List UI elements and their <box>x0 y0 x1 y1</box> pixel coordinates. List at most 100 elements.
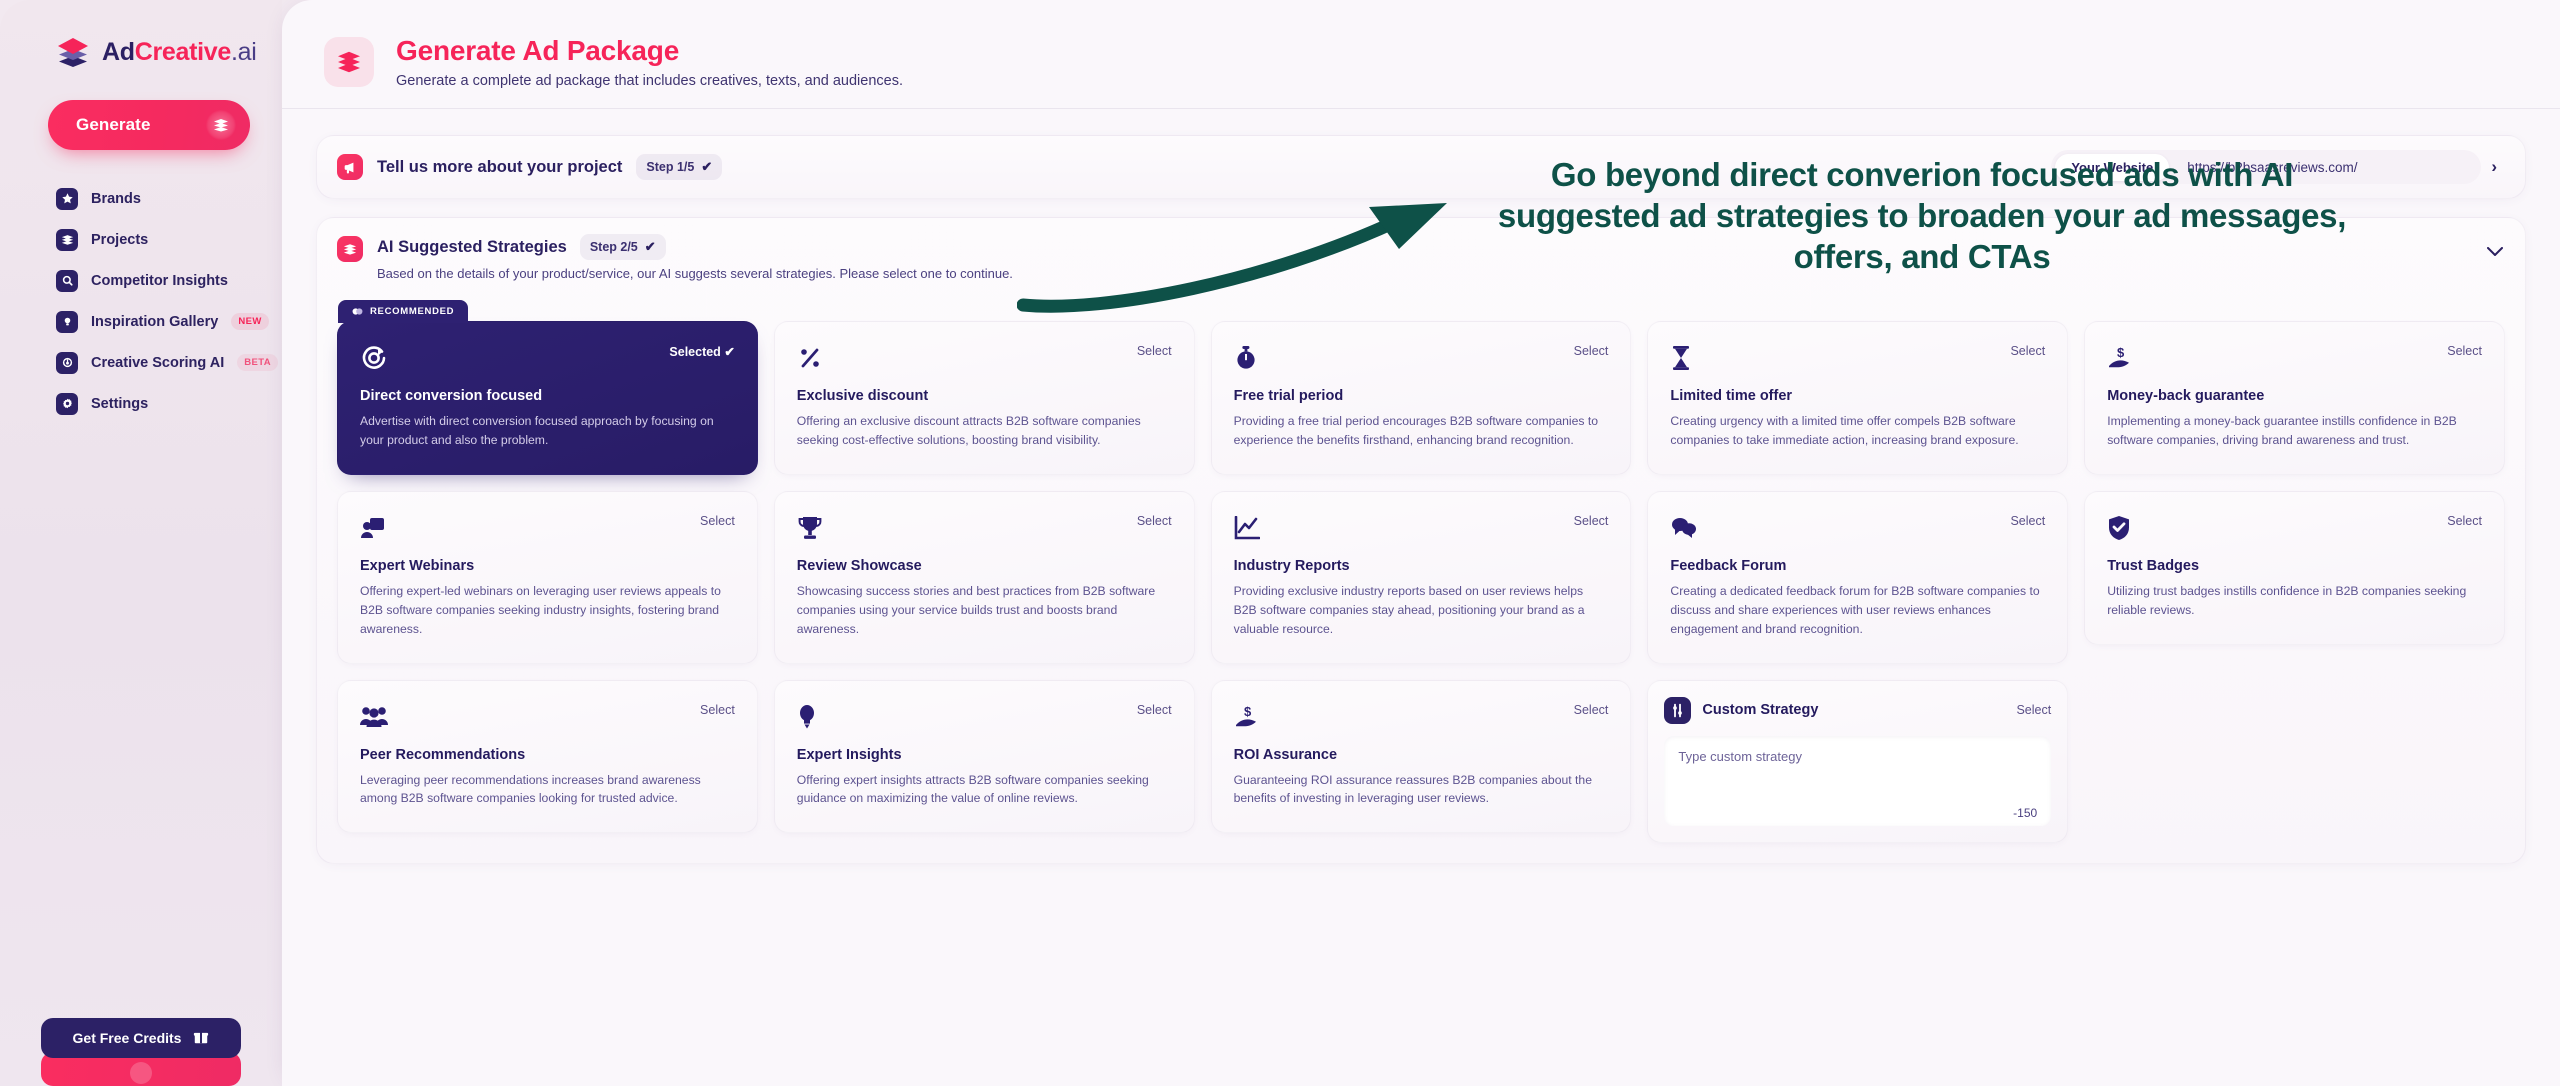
logo-text-ad: Ad <box>102 37 135 66</box>
strategy-cell: Select Feedback Forum Creating a dedicat… <box>1647 490 2069 664</box>
strategy-card-direct-conversion-focused[interactable]: RECOMMENDED Selected ✔ Direct conversion… <box>337 300 758 475</box>
card-title: Free trial period <box>1233 388 1344 404</box>
step-2-description: Based on the details of your product/ser… <box>377 266 1013 281</box>
strategy-card-peer-recommendations[interactable]: Select Peer Recommendations Leveraging p… <box>337 679 758 834</box>
card-select-label[interactable]: Select <box>1137 514 1172 528</box>
step-2-layers-icon <box>337 236 363 262</box>
sidebar-item-settings[interactable]: Settings <box>0 383 282 424</box>
sidebar-item-inspiration-gallery[interactable]: Inspiration Gallery NEW <box>0 301 282 342</box>
hand-money-icon: $ <box>2107 344 2135 372</box>
trophy-icon <box>797 514 825 542</box>
logo-text-creative: Creative <box>134 37 232 66</box>
card-select-label[interactable]: Select <box>2010 514 2045 528</box>
shield-check-icon <box>2107 514 2135 542</box>
sidebar-item-label: Settings <box>91 395 149 412</box>
website-value: https://b2bsaasreviews.com/ <box>2187 159 2358 175</box>
strategy-cell: Select Expert Webinars Offering expert-l… <box>337 490 758 664</box>
card-description: Implementing a money-back guarantee inst… <box>2107 414 2457 447</box>
card-description: Providing a free trial period encourages… <box>1233 414 1599 447</box>
lightbulb-icon <box>56 310 78 333</box>
card-top: Select <box>797 514 1172 542</box>
card-select-label[interactable]: Select <box>1137 344 1172 358</box>
card-select-label[interactable]: Select <box>1574 344 1609 358</box>
card-select-label[interactable]: Select <box>2447 344 2482 358</box>
strategy-card-exclusive-discount[interactable]: Select Exclusive discount Offering an ex… <box>773 321 1195 475</box>
card-state-label[interactable]: Selected ✔ <box>669 344 734 359</box>
step-1-panel[interactable]: Tell us more about your project Step 1/5… <box>316 135 2526 199</box>
strategy-card-industry-reports[interactable]: Select Industry Reports Providing exclus… <box>1210 490 1632 664</box>
sidebar-item-projects[interactable]: Projects <box>0 219 282 260</box>
strategy-card-expert-webinars[interactable]: Select Expert Webinars Offering expert-l… <box>337 490 758 664</box>
card-top: Select <box>360 514 735 542</box>
card-top: Select <box>2107 514 2482 542</box>
card-select-label[interactable]: Select <box>1574 703 1609 717</box>
strategy-card-roi-assurance[interactable]: $ Select ROI Assurance Guaranteeing ROI … <box>1210 679 1632 834</box>
app-logo[interactable]: AdCreative.ai <box>0 22 282 82</box>
strategy-card-money-back-guarantee[interactable]: $ Select Money-back guarantee Implementi… <box>2084 321 2505 475</box>
step-2-badge-label: Step 2/5 <box>589 240 638 254</box>
page-title: Generate Ad Package <box>396 35 680 67</box>
custom-strategy-textarea[interactable]: Type custom strategy -150 <box>1664 735 2052 826</box>
sidebar-item-brands[interactable]: Brands <box>0 178 282 219</box>
generate-button-label: Generate <box>76 115 151 134</box>
website-input[interactable]: Your Website https://b2bsaasreviews.com/ <box>2051 150 2482 184</box>
card-top: Select <box>797 344 1172 372</box>
step-1-row[interactable]: Tell us more about your project Step 1/5… <box>317 136 2525 198</box>
card-top: Selected ✔ <box>360 344 735 372</box>
logo-wordmark: AdCreative.ai <box>102 38 257 67</box>
step-2-badge: Step 2/5 ✔ <box>579 234 666 260</box>
sidebar-badge-beta: BETA <box>237 354 278 371</box>
strategy-cell: Custom Strategy Select Type custom strat… <box>1647 679 2069 843</box>
strategy-card-free-trial-period[interactable]: Select Free trial period Providing a fre… <box>1210 321 1632 475</box>
layers-icon <box>56 228 78 251</box>
strategy-card-feedback-forum[interactable]: Select Feedback Forum Creating a dedicat… <box>1647 490 2069 664</box>
get-free-credits-button[interactable]: Get Free Credits <box>41 1018 241 1058</box>
card-top: Select <box>1234 514 1609 542</box>
strategy-card-review-showcase[interactable]: Select Review Showcase Showcasing succes… <box>773 490 1195 664</box>
card-top: Select <box>360 703 735 731</box>
sidebar-item-creative-scoring-ai[interactable]: Creative Scoring AI BETA <box>0 342 282 383</box>
chevron-right-icon[interactable]: › <box>2491 157 2505 177</box>
search-icon <box>56 269 78 292</box>
card-title: Peer Recommendations <box>360 746 526 763</box>
card-title: Review Showcase <box>796 557 922 574</box>
custom-strategy-card[interactable]: Custom Strategy Select Type custom strat… <box>1647 679 2069 843</box>
strategy-cell: Select Review Showcase Showcasing succes… <box>773 490 1195 664</box>
card-select-label[interactable]: Select <box>2447 514 2482 528</box>
logo-text-ai: .ai <box>231 37 257 66</box>
generate-button[interactable]: Generate <box>48 100 250 150</box>
card-select-label[interactable]: Select <box>700 703 735 717</box>
sidebar-item-label: Competitor Insights <box>91 272 228 289</box>
chevron-down-icon[interactable] <box>2487 244 2503 262</box>
strategy-cell: Select Free trial period Providing a fre… <box>1210 299 1632 475</box>
strategy-cell: $ Select ROI Assurance Guaranteeing ROI … <box>1210 679 1632 843</box>
sliders-icon <box>1664 696 1692 724</box>
card-description: Utilizing trust badges instills confiden… <box>2107 583 2467 617</box>
megaphone-icon <box>337 154 363 180</box>
strategy-cell: Select Peer Recommendations Leveraging p… <box>337 679 758 843</box>
card-title: Money-back guarantee <box>2107 388 2265 404</box>
strategy-cell: Select Industry Reports Providing exclus… <box>1210 490 1632 664</box>
card-select-label[interactable]: Select <box>700 514 735 528</box>
card-description: Leveraging peer recommendations increase… <box>360 772 701 806</box>
strategy-card-limited-time-offer[interactable]: Select Limited time offer Creating urgen… <box>1647 321 2069 475</box>
check-icon: ✔ <box>644 239 656 254</box>
step-2-header[interactable]: AI Suggested Strategies Step 2/5 ✔ Based… <box>317 218 2525 295</box>
custom-strategy-title: Custom Strategy <box>1702 702 1819 719</box>
strategy-card-expert-insights[interactable]: Select Expert Insights Offering expert i… <box>773 679 1195 834</box>
sidebar-item-competitor-insights[interactable]: Competitor Insights <box>0 260 282 301</box>
card-select-label[interactable]: Select <box>2010 344 2045 358</box>
custom-strategy-placeholder: Type custom strategy <box>1678 748 1802 764</box>
card-title: Feedback Forum <box>1670 557 1787 574</box>
custom-strategy-char-count: -150 <box>2013 805 2038 820</box>
card-select-label[interactable]: Select <box>1574 514 1609 528</box>
strategy-card-trust-badges[interactable]: Select Trust Badges Utilizing trust badg… <box>2084 490 2505 645</box>
website-label: Your Website <box>2055 153 2170 181</box>
custom-strategy-select-label[interactable]: Select <box>2016 703 2051 717</box>
card-select-label[interactable]: Select <box>1137 703 1172 717</box>
credits-area: Get Free Credits <box>0 1018 282 1086</box>
avatar <box>130 1062 152 1084</box>
content-area: Tell us more about your project Step 1/5… <box>282 109 2560 864</box>
strategy-cell: Select Expert Insights Offering expert i… <box>773 679 1195 843</box>
hand-money-icon: $ <box>1234 703 1262 731</box>
